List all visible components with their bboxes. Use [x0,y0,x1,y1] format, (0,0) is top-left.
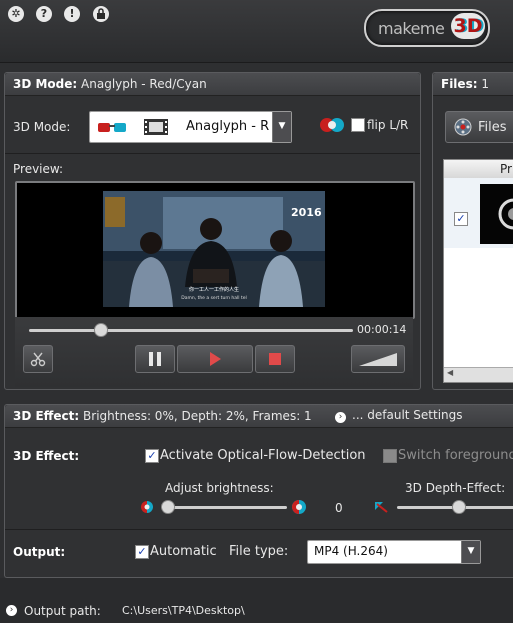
file-thumbnail [480,184,513,244]
footer: › Output path: C:\Users\TP4\Desktop\ [0,578,513,623]
preview-video: 2016 你一工人一工作的人生 Damn, the a sert turn ha… [15,181,415,319]
makeme3d-logo: makeme 3D [364,9,490,47]
flip-lr-checkbox[interactable] [351,118,365,132]
effect-label: 3D Effect: [13,449,80,463]
depth-effect-label: 3D Depth-Effect: [405,481,506,495]
mode-label: 3D Mode: [13,120,71,134]
top-toolbar: ✲ ? ! makeme 3D [0,0,513,63]
files-button-label: Files [478,120,507,135]
divider [5,153,420,154]
automatic-label: Automatic [150,544,217,559]
output-path-label: Output path: [24,604,101,618]
flip-lr-label: flip L/R [367,118,409,132]
pause-icon [149,352,161,366]
switch-foreground-label: Switch foreground [398,448,513,463]
anaglyph-glasses-icon [98,123,126,132]
mode-header-label: 3D Mode: [13,77,78,91]
horizontal-scrollbar[interactable]: ◀ [444,367,513,382]
file-list: Pr ✓ ◀ [443,159,513,383]
filetype-label: File type: [229,544,289,559]
file-list-header: Pr [444,160,513,179]
switch-foreground-checkbox[interactable] [383,449,397,463]
lock-icon[interactable] [93,6,109,22]
chevron-down-icon[interactable]: ▼ [461,541,480,563]
optical-flow-checkbox[interactable]: ✓ [145,449,159,463]
brightness-high-icon [292,500,306,514]
preview-label: Preview: [13,162,64,176]
optical-flow-label: Activate Optical-Flow-Detection [160,448,366,463]
file-row-checkbox[interactable]: ✓ [454,212,468,226]
scissors-icon [30,352,46,367]
preview-column-header: Pr [500,162,512,176]
filetype-selected-value: MP4 (H.264) [314,544,388,558]
help-icon[interactable]: ? [36,6,52,22]
pause-button[interactable] [135,345,175,373]
files-header-label: Files: [441,77,478,91]
film-strip-icon [144,119,168,135]
files-panel-header: Files: 1 [433,73,513,96]
file-row[interactable]: ✓ [444,178,513,248]
mode-dropdown[interactable]: Anaglyph - R ▼ [89,111,292,143]
play-button[interactable] [177,345,253,373]
flip-lr-icon [320,118,344,132]
add-files-button[interactable]: Files [445,111,513,143]
logo-text: makeme [378,19,445,38]
stop-icon [269,353,281,365]
effect-panel-header: 3D Effect: Brightness: 0%, Depth: 2%, Fr… [5,405,513,428]
seek-track[interactable] [29,329,353,332]
divider [5,529,513,530]
mode-panel: 3D Mode: Anaglyph - Red/Cyan 3D Mode: An… [4,72,421,390]
automatic-checkbox[interactable]: ✓ [135,545,149,559]
brightness-label: Adjust brightness: [165,481,274,495]
video-overlay-title: 2016 [291,206,322,219]
timecode: 00:00:14 [357,323,407,336]
gear-icon[interactable]: ✲ [8,6,24,22]
brightness-slider-handle[interactable] [161,500,175,514]
files-panel: Files: 1 Files Pr ✓ ◀ [432,72,513,390]
output-path-value[interactable]: C:\Users\TP4\Desktop\ [122,604,245,617]
video-frame-image: 2016 你一工人一工作的人生 Damn, the a sert turn ha… [103,191,325,307]
output-path-arrow-icon[interactable]: › [6,605,17,616]
depth-icon [375,502,388,513]
arrow-right-icon: › [335,412,346,423]
play-icon [210,352,221,366]
default-settings-label: ... default Settings [352,408,463,422]
cut-button[interactable] [23,345,53,373]
info-icon[interactable]: ! [64,6,80,22]
video-subtitle-en: Damn, the a sert turn hall tel [181,295,246,301]
seek-handle[interactable] [94,323,109,337]
brightness-low-icon [141,501,153,513]
brightness-value: 0 [335,501,343,515]
logo-3d-badge: 3D [451,13,485,39]
depth-slider-handle[interactable] [452,500,466,514]
playback-controls: 00:00:14 [15,317,413,387]
effect-panel: 3D Effect: Brightness: 0%, Depth: 2%, Fr… [4,404,513,578]
chevron-down-icon[interactable]: ▼ [272,112,291,142]
brightness-slider-track[interactable] [165,506,287,509]
volume-control[interactable] [351,345,405,373]
files-count: 1 [481,77,489,91]
volume-icon [359,353,397,366]
default-settings-link[interactable]: › ... default Settings [335,408,463,423]
filetype-dropdown[interactable]: MP4 (H.264) ▼ [307,540,481,564]
scroll-left-icon[interactable]: ◀ [447,368,453,377]
mode-panel-header: 3D Mode: Anaglyph - Red/Cyan [5,73,420,96]
output-label: Output: [13,545,66,559]
effect-header-value: Brightness: 0%, Depth: 2%, Frames: 1 [83,409,312,423]
mode-selected-value: Anaglyph - R [186,119,270,134]
video-subtitle-cn: 你一工人一工作的人生 [189,286,239,293]
stop-button[interactable] [255,345,295,373]
mode-header-value: Anaglyph - Red/Cyan [81,77,207,91]
film-reel-icon [454,118,472,136]
effect-header-label: 3D Effect: [13,409,80,423]
